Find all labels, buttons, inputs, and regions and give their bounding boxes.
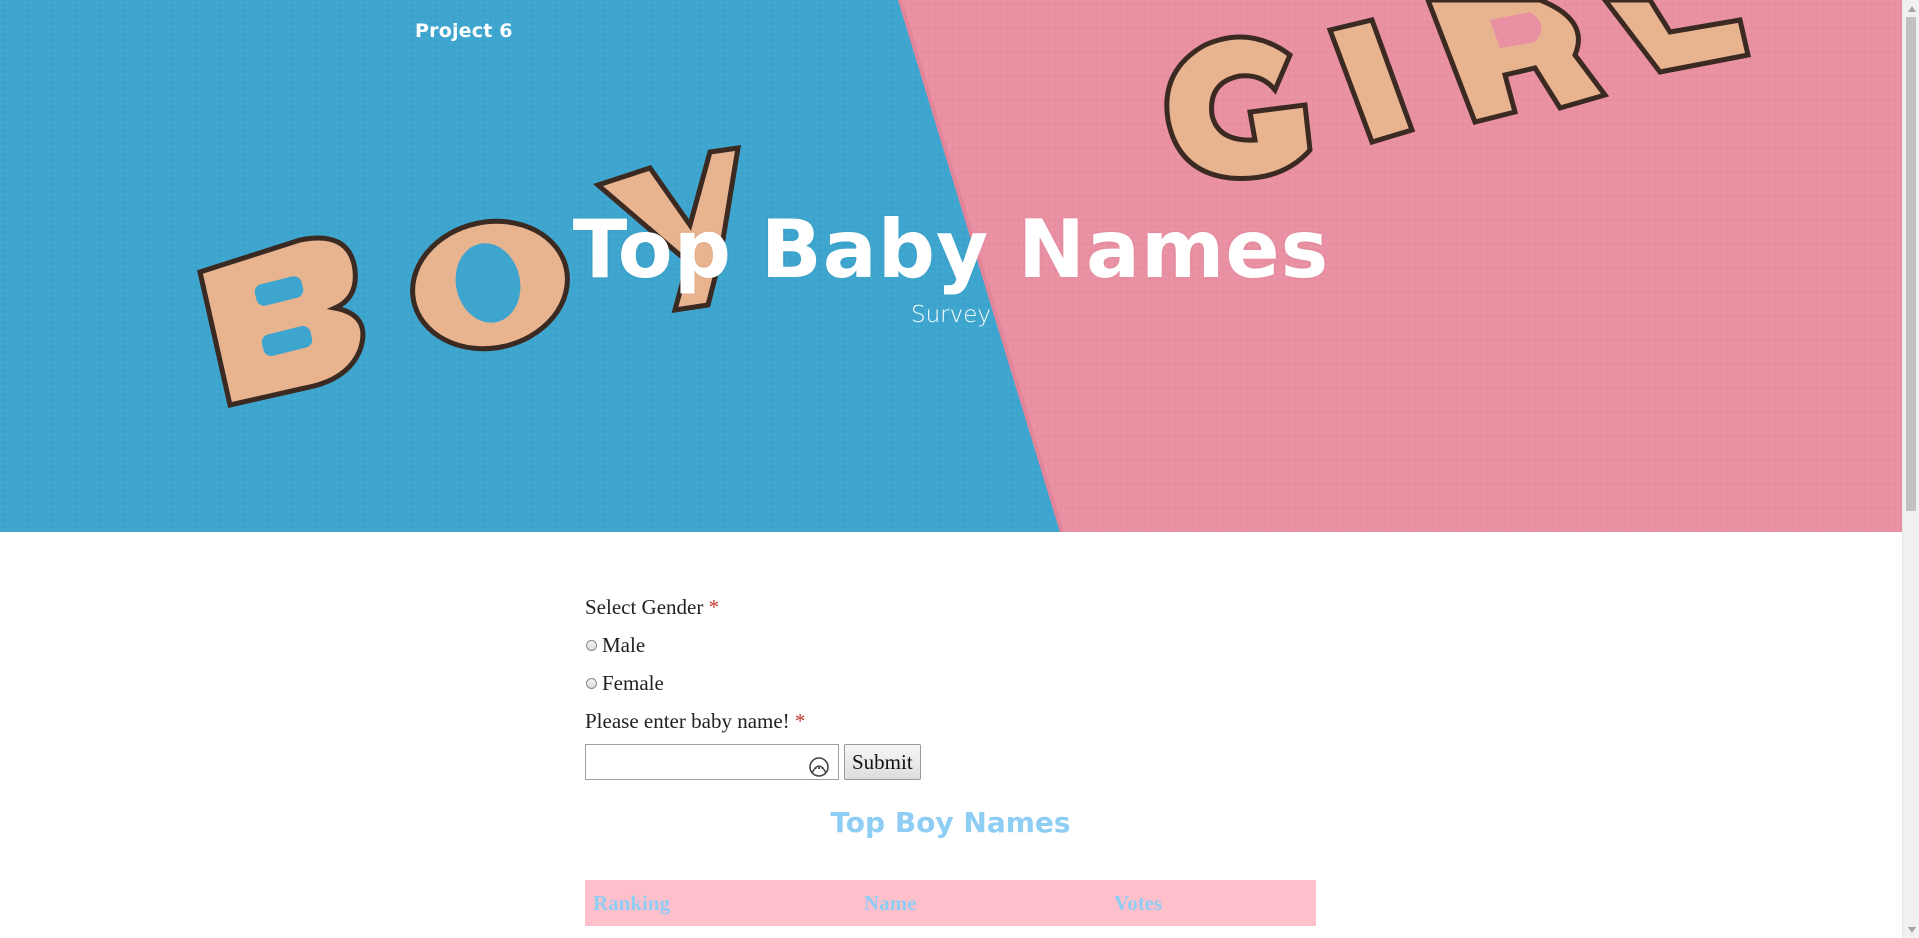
required-mark: * xyxy=(708,595,720,619)
column-header-name[interactable]: Name xyxy=(864,891,1114,916)
password-manager-icon[interactable] xyxy=(808,755,830,777)
male-radio[interactable] xyxy=(586,639,597,651)
scroll-up-arrow-icon[interactable] xyxy=(1903,0,1919,17)
name-label: Please enter baby name! * xyxy=(585,702,1316,740)
survey-form: Select Gender * Male Female Please enter… xyxy=(585,588,1316,926)
hero-title: Top Baby Names xyxy=(572,203,1330,296)
female-label: Female xyxy=(602,670,664,695)
submit-button[interactable]: Submit xyxy=(844,744,921,780)
name-input-row: Submit xyxy=(585,744,1316,780)
column-header-ranking[interactable]: Ranking xyxy=(585,891,864,916)
top-boy-names-title: Top Boy Names xyxy=(830,806,1071,839)
female-radio[interactable] xyxy=(586,677,597,689)
column-header-votes[interactable]: Votes xyxy=(1114,891,1264,916)
required-mark: * xyxy=(794,709,806,733)
vertical-scrollbar[interactable] xyxy=(1902,0,1919,938)
table-header-row: Ranking Name Votes xyxy=(585,880,1316,926)
top-boy-names-table: Ranking Name Votes xyxy=(585,880,1316,926)
hero-subtitle: Survey xyxy=(910,302,991,328)
page: Project 6 Top Baby Names Survey Select G… xyxy=(0,0,1919,938)
scrollbar-thumb[interactable] xyxy=(1906,17,1916,511)
male-label: Male xyxy=(602,632,646,657)
gender-label: Select Gender * xyxy=(585,588,1316,626)
gender-option-female[interactable]: Female xyxy=(585,664,1316,702)
gender-option-male[interactable]: Male xyxy=(585,626,1316,664)
gender-label-text: Select Gender xyxy=(585,595,704,619)
name-label-text: Please enter baby name! xyxy=(585,709,790,733)
hero-banner: Project 6 Top Baby Names Survey xyxy=(0,0,1902,532)
brand-link[interactable]: Project 6 xyxy=(415,20,513,42)
scroll-down-arrow-icon[interactable] xyxy=(1903,921,1919,938)
baby-name-input[interactable] xyxy=(585,744,839,780)
